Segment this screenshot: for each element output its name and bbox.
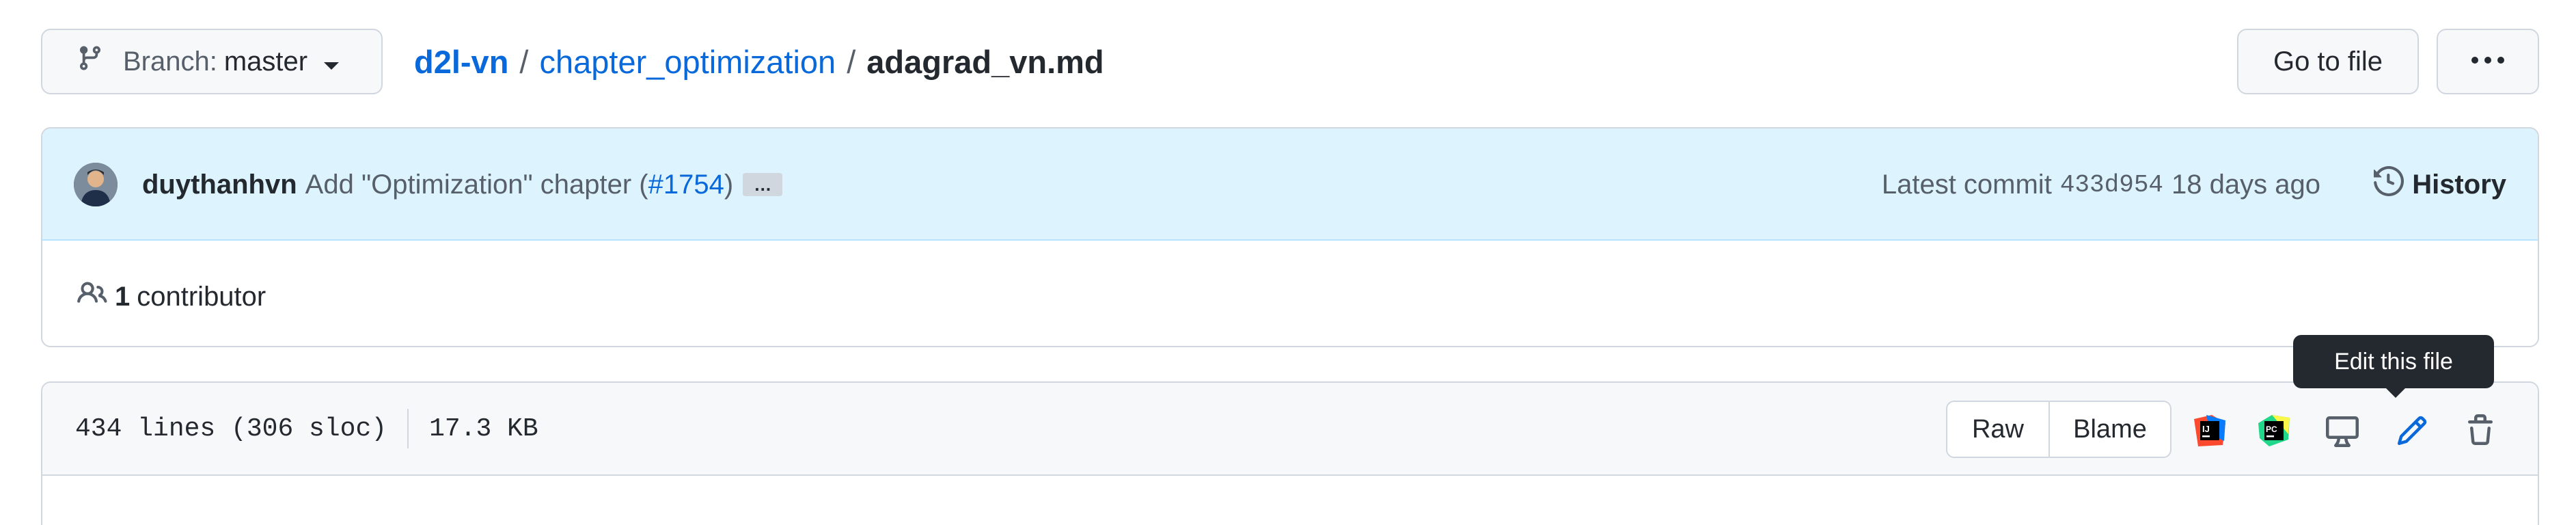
- kebab-horizontal-icon: [2470, 55, 2506, 68]
- breadcrumb-repo-link[interactable]: d2l-vn: [414, 43, 508, 81]
- breadcrumb: d2l-vn / chapter_optimization / adagrad_…: [414, 41, 1104, 82]
- history-icon: [2374, 165, 2412, 203]
- breadcrumb-separator: /: [847, 43, 856, 80]
- pycharm-icon[interactable]: PC: [2256, 413, 2292, 448]
- branch-icon: [77, 43, 104, 80]
- desktop-icon[interactable]: [2325, 413, 2360, 448]
- go-to-file-button[interactable]: Go to file: [2237, 29, 2419, 94]
- edit-file-tooltip: Edit this file: [2293, 335, 2494, 398]
- branch-label: Branch:: [123, 46, 217, 77]
- pencil-icon[interactable]: [2394, 413, 2430, 448]
- intellij-icon[interactable]: IJ: [2192, 413, 2228, 448]
- branch-select-button[interactable]: Branch: master: [41, 29, 383, 94]
- file-view-button-group: Raw Blame: [1946, 401, 2171, 458]
- expand-commit-button[interactable]: …: [743, 173, 783, 196]
- commit-time: 18 days ago: [2171, 169, 2320, 200]
- raw-button[interactable]: Raw: [1947, 402, 2050, 457]
- people-icon: [75, 278, 109, 315]
- commit-message: duythanhvn Add "Optimization" chapter ( …: [142, 167, 783, 202]
- breadcrumb-separator: /: [519, 43, 529, 80]
- svg-text:IJ: IJ: [2202, 424, 2210, 434]
- file-info: 434 lines (306 sloc) 17.3 KB: [75, 409, 538, 448]
- commit-message-text[interactable]: Add "Optimization" chapter (: [305, 170, 648, 200]
- breadcrumb-dir-link[interactable]: chapter_optimization: [539, 43, 836, 81]
- trash-icon[interactable]: [2463, 413, 2498, 448]
- breadcrumb-file-name: adagrad_vn.md: [866, 43, 1104, 80]
- more-options-button[interactable]: [2437, 29, 2539, 94]
- avatar[interactable]: [74, 163, 118, 206]
- file-size: 17.3 KB: [429, 414, 538, 444]
- contributors-row[interactable]: 1 contributor: [75, 276, 266, 317]
- commit-message-close: ): [724, 169, 734, 200]
- tooltip-text: Edit this file: [2334, 348, 2453, 375]
- file-info-divider: [407, 409, 409, 448]
- branch-value: master: [223, 46, 308, 77]
- commit-box: duythanhvn Add "Optimization" chapter ( …: [41, 127, 2539, 347]
- commit-sha-link[interactable]: 433d954: [2060, 171, 2163, 199]
- commit-author-link[interactable]: duythanhvn: [142, 170, 297, 200]
- history-link[interactable]: History: [2374, 165, 2506, 203]
- file-line-count: 434 lines (306 sloc): [75, 414, 387, 444]
- pull-request-link[interactable]: #1754: [648, 170, 724, 200]
- tooltip-arrow: [2386, 388, 2405, 398]
- history-label: History: [2412, 169, 2506, 200]
- latest-commit-row: duythanhvn Add "Optimization" chapter ( …: [42, 129, 2538, 241]
- commit-meta: Latest commit 433d954 18 days ago: [1882, 167, 2320, 202]
- file-header: 434 lines (306 sloc) 17.3 KB Raw Blame I…: [42, 383, 2538, 476]
- svg-text:PC: PC: [2266, 425, 2277, 434]
- contributor-count: 1: [115, 281, 131, 312]
- caret-down-icon: [324, 46, 340, 77]
- blame-button[interactable]: Blame: [2050, 402, 2170, 457]
- file-box: 434 lines (306 sloc) 17.3 KB Raw Blame I…: [41, 381, 2539, 525]
- contributor-label: contributor: [137, 281, 266, 312]
- latest-commit-label: Latest commit: [1881, 169, 2052, 200]
